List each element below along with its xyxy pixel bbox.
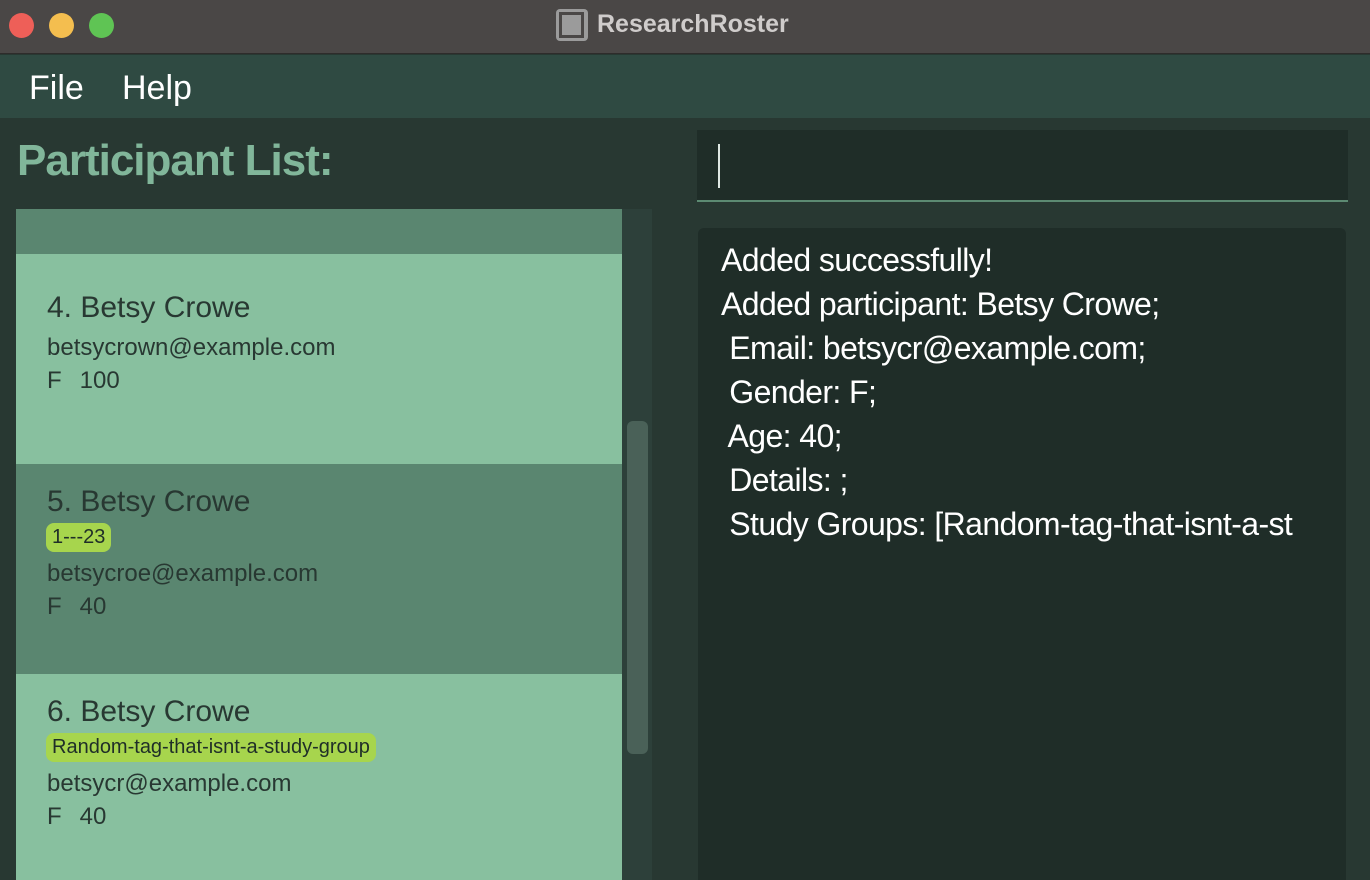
- participant-email: betsycrown@example.com: [47, 334, 336, 361]
- participant-meta: F 40: [47, 593, 106, 621]
- participant-list[interactable]: 4. Betsy Crowe betsycrown@example.com F1…: [16, 209, 622, 880]
- participant-name: 6. Betsy Crowe: [47, 695, 251, 728]
- window-title: ResearchRoster: [597, 10, 789, 38]
- participant-age: 40: [79, 593, 107, 620]
- app-logo-icon: [556, 9, 588, 41]
- text-caret: [718, 144, 720, 188]
- command-box[interactable]: [697, 130, 1348, 202]
- participant-age: 40: [79, 803, 107, 830]
- study-group-tag: 1---23: [46, 523, 112, 552]
- participant-name: 4. Betsy Crowe: [47, 291, 251, 324]
- result-line: Added successfully!: [721, 242, 993, 278]
- participant-card-selected[interactable]: 5. Betsy Crowe 1---23 betsycroe@example.…: [16, 464, 622, 674]
- result-line: Email: betsycr@example.com;: [721, 330, 1146, 366]
- minimize-window-button[interactable]: [49, 13, 74, 38]
- participant-email: betsycroe@example.com: [47, 560, 319, 587]
- participant-gender: F: [47, 367, 62, 394]
- participant-list-title: Participant List:: [17, 136, 333, 185]
- result-line: Study Groups: [Random-tag-that-isnt-a-st: [721, 506, 1293, 542]
- participant-meta: F 100: [47, 367, 120, 395]
- participant-age: 100: [79, 367, 120, 394]
- participant-gender: F: [47, 803, 62, 830]
- result-line: Age: 40;: [721, 418, 843, 454]
- participant-name: 5. Betsy Crowe: [47, 485, 251, 518]
- participant-card[interactable]: 4. Betsy Crowe betsycrown@example.com F1…: [16, 254, 622, 464]
- result-line: Added participant: Betsy Crowe;: [721, 286, 1160, 322]
- menu-help[interactable]: Help: [122, 69, 192, 108]
- close-window-button[interactable]: [9, 13, 34, 38]
- participant-card[interactable]: 6. Betsy Crowe Random-tag-that-isnt-a-st…: [16, 674, 622, 880]
- participant-meta: F 40: [47, 803, 106, 831]
- menu-bar: File Help: [0, 55, 1370, 118]
- result-line: Details: ;: [721, 462, 848, 498]
- participant-email: betsycr@example.com: [47, 770, 292, 797]
- maximize-window-button[interactable]: [89, 13, 114, 38]
- title-bar: ResearchRoster: [0, 0, 1370, 54]
- result-display: Added successfully! Added participant: B…: [698, 228, 1346, 880]
- participant-card-partial[interactable]: [16, 209, 622, 254]
- menu-file[interactable]: File: [29, 69, 84, 108]
- study-group-tag: Random-tag-that-isnt-a-study-group: [46, 733, 376, 762]
- result-line: Gender: F;: [721, 374, 877, 410]
- scrollbar-thumb[interactable]: [627, 421, 648, 754]
- participant-gender: F: [47, 593, 62, 620]
- command-input[interactable]: [723, 148, 1323, 186]
